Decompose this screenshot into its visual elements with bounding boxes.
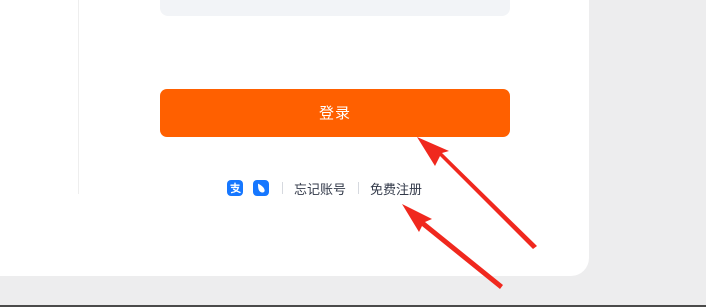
separator [358,182,360,194]
forgot-account-link[interactable]: 忘记账号 [294,179,346,198]
vertical-divider [78,0,79,194]
login-links-row: 忘记账号 免费注册 [227,177,422,199]
login-button[interactable]: 登录 [160,89,510,137]
login-card: 登录 忘记账号 免费注册 [0,0,589,276]
alipay-icon[interactable] [227,180,243,196]
separator [282,182,283,194]
password-input[interactable] [160,0,510,16]
register-link[interactable]: 免费注册 [370,179,422,198]
app-icon[interactable] [253,180,269,196]
